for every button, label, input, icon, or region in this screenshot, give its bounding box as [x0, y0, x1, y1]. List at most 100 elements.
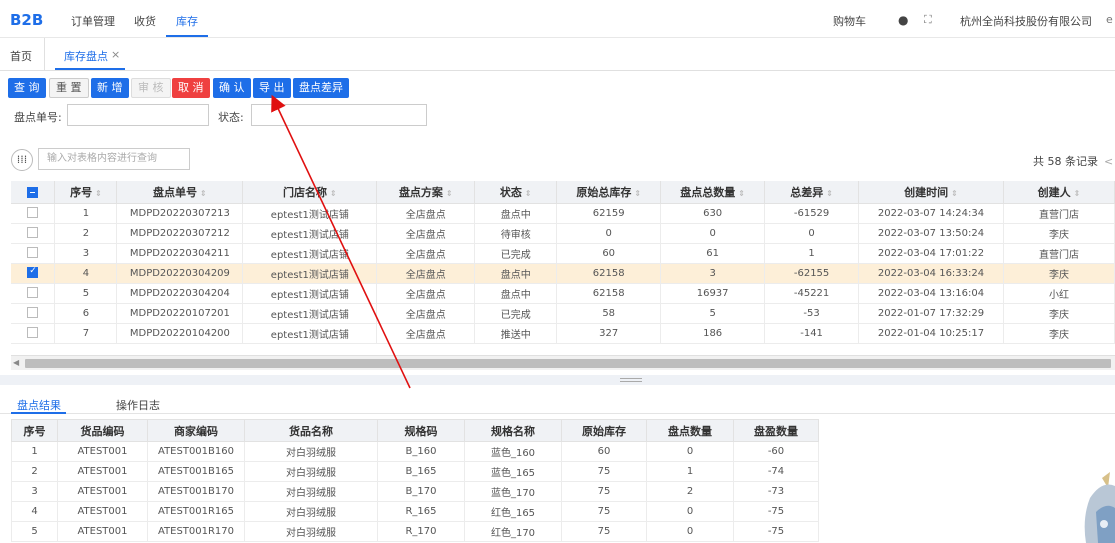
column-settings-icon[interactable]: ⁞⁞⁞: [11, 149, 33, 171]
col-store-name[interactable]: 门店名称 ⇕: [242, 181, 378, 204]
review-button[interactable]: 审 核: [131, 78, 171, 98]
sub-cell-original-stock: 75: [561, 501, 647, 522]
cell-count-qty: 3: [660, 263, 766, 284]
sub-cell-spec-code: B_170: [377, 481, 465, 502]
col-diff[interactable]: 总差异 ⇕: [764, 181, 860, 204]
row-checkbox[interactable]: [11, 283, 56, 304]
row-checkbox[interactable]: [11, 223, 56, 244]
table-row[interactable]: 2 MDPD20220307212 eptest1测试店铺 全店盘点 待审核 0 0 0 202…: [11, 223, 1115, 244]
cell-original-stock: 327: [556, 323, 662, 344]
cell-count-qty: 61: [660, 243, 766, 264]
col-count-qty[interactable]: 盘点总数量 ⇕: [660, 181, 766, 204]
cell-index: 5: [54, 283, 118, 304]
sub-cell-goods-code: ATEST001: [57, 481, 148, 502]
sub-table-row[interactable]: 4 ATEST001 ATEST001R165 对白羽绒服 R_165 红色_165 75 0…: [11, 501, 819, 522]
tab-inventory-count[interactable]: 库存盘点: [64, 48, 108, 64]
status-label: 状态:: [218, 111, 244, 124]
top-navbar: B2B 订单管理 收货 库存 购物车 ● ⛶ 杭州全尚科技股份有限公司 e: [0, 0, 1115, 38]
sub-cell-surplus-qty: -75: [733, 501, 819, 522]
cell-original-stock: 58: [556, 303, 662, 324]
company-name[interactable]: 杭州全尚科技股份有限公司: [960, 13, 1092, 29]
confirm-button[interactable]: 确 认: [213, 78, 251, 98]
col-plan[interactable]: 盘点方案 ⇕: [376, 181, 476, 204]
nav-receiving[interactable]: 收货: [134, 13, 156, 29]
count-diff-button[interactable]: 盘点差异: [293, 78, 349, 98]
scroll-thumb[interactable]: [25, 359, 1111, 368]
sub-cell-original-stock: 75: [561, 521, 647, 542]
cell-created-time: 2022-03-04 16:33:24: [858, 263, 1004, 284]
status-select[interactable]: [251, 104, 427, 126]
col-status[interactable]: 状态 ⇕: [474, 181, 558, 204]
export-button[interactable]: 导 出: [253, 78, 291, 98]
row-checkbox[interactable]: [11, 203, 56, 224]
tab-operation-log[interactable]: 操作日志: [116, 397, 160, 413]
row-checkbox[interactable]: [11, 323, 56, 344]
table-row[interactable]: 1 MDPD20220307213 eptest1测试店铺 全店盘点 盘点中 62159 6…: [11, 203, 1115, 224]
table-row[interactable]: 5 MDPD20220304204 eptest1测试店铺 全店盘点 盘点中 62158 1…: [11, 283, 1115, 304]
cancel-button[interactable]: 取 消: [172, 78, 210, 98]
sub-cell-count-qty: 0: [646, 441, 734, 462]
fullscreen-icon[interactable]: ⛶: [924, 13, 932, 27]
cell-created-time: 2022-01-07 17:32:29: [858, 303, 1004, 324]
cell-diff: -61529: [764, 203, 860, 224]
user-menu-icon[interactable]: e: [1106, 13, 1113, 26]
cell-creator: 李庆: [1003, 323, 1115, 344]
select-all-checkbox[interactable]: [11, 181, 56, 204]
sub-cell-goods-code: ATEST001: [57, 441, 148, 462]
sub-table-row[interactable]: 3 ATEST001 ATEST001B170 对白羽绒服 B_170 蓝色_170 75 2…: [11, 481, 819, 502]
sub-table-row[interactable]: 1 ATEST001 ATEST001B160 对白羽绒服 B_160 蓝色_160 60 0…: [11, 441, 819, 462]
table-header-row: 序号 ⇕ 盘点单号 ⇕ 门店名称 ⇕ 盘点方案 ⇕ 状态 ⇕ 原始总库存 ⇕ 盘点总数量 ⇕ …: [11, 181, 1115, 204]
cell-store-name: eptest1测试店铺: [242, 223, 378, 244]
nav-inventory[interactable]: 库存: [176, 13, 198, 29]
sub-cell-index: 2: [11, 461, 58, 482]
col-original-stock[interactable]: 原始总库存 ⇕: [556, 181, 662, 204]
query-button[interactable]: 查 询: [8, 78, 46, 98]
tab-home[interactable]: 首页: [10, 48, 32, 64]
col-creator[interactable]: 创建人 ⇕: [1003, 181, 1115, 204]
sub-col-merchant-code: 商家编码: [147, 419, 245, 442]
splitter-grip-icon[interactable]: [620, 378, 642, 382]
sub-table-row[interactable]: 2 ATEST001 ATEST001B165 对白羽绒服 B_165 蓝色_165 75 1…: [11, 461, 819, 482]
row-checkbox[interactable]: [11, 243, 56, 264]
cell-order-no: MDPD20220307213: [116, 203, 244, 224]
cell-store-name: eptest1测试店铺: [242, 283, 378, 304]
inventory-count-table: 序号 ⇕ 盘点单号 ⇕ 门店名称 ⇕ 盘点方案 ⇕ 状态 ⇕ 原始总库存 ⇕ 盘点总数量 ⇕ …: [11, 181, 1115, 344]
horizontal-scrollbar[interactable]: ◀: [11, 355, 1115, 370]
nav-orders[interactable]: 订单管理: [71, 13, 115, 29]
reset-button[interactable]: 重 置: [49, 78, 89, 98]
cell-plan: 全店盘点: [376, 323, 476, 344]
cart-link[interactable]: 购物车: [833, 13, 866, 29]
scroll-left-icon[interactable]: ◀: [13, 358, 19, 367]
sub-cell-index: 4: [11, 501, 58, 522]
add-button[interactable]: 新 增: [91, 78, 129, 98]
col-order-no[interactable]: 盘点单号 ⇕: [116, 181, 244, 204]
row-checkbox[interactable]: [11, 263, 56, 284]
col-created-time[interactable]: 创建时间 ⇕: [858, 181, 1004, 204]
cell-status: 待审核: [474, 223, 558, 244]
panel-splitter[interactable]: [0, 375, 1115, 385]
tab-count-result[interactable]: 盘点结果: [17, 397, 61, 413]
table-row[interactable]: 6 MDPD20220107201 eptest1测试店铺 全店盘点 已完成 58 5 -53…: [11, 303, 1115, 324]
cell-diff: -45221: [764, 283, 860, 304]
cell-status: 盘点中: [474, 203, 558, 224]
cell-diff: -53: [764, 303, 860, 324]
sub-cell-goods-name: 对白羽绒服: [244, 481, 378, 502]
table-row[interactable]: 4MDPD20220304209eptest1测试店铺全店盘点盘点中621583…: [11, 263, 1115, 284]
table-search-input[interactable]: 输入对表格内容进行查询: [38, 148, 190, 170]
table-row[interactable]: 3 MDPD20220304211 eptest1测试店铺 全店盘点 已完成 60 61 1 2…: [11, 243, 1115, 264]
close-icon[interactable]: ×: [111, 48, 120, 61]
row-checkbox[interactable]: [11, 303, 56, 324]
cell-count-qty: 186: [660, 323, 766, 344]
sub-cell-merchant-code: ATEST001B165: [147, 461, 245, 482]
bottom-tab-active-indicator: [11, 412, 66, 414]
settings-icon[interactable]: ●: [898, 13, 908, 27]
sub-table-row[interactable]: 5 ATEST001 ATEST001R170 对白羽绒服 R_170 红色_170 75 0…: [11, 521, 819, 542]
order-no-input[interactable]: [67, 104, 209, 126]
sub-cell-index: 1: [11, 441, 58, 462]
cell-original-stock: 0: [556, 223, 662, 244]
cell-diff: -141: [764, 323, 860, 344]
col-index[interactable]: 序号 ⇕: [54, 181, 118, 204]
table-row[interactable]: 7 MDPD20220104200 eptest1测试店铺 全店盘点 推送中 327 186…: [11, 323, 1115, 344]
sub-cell-spec-name: 蓝色_170: [464, 481, 562, 502]
cell-creator: 李庆: [1003, 303, 1115, 324]
